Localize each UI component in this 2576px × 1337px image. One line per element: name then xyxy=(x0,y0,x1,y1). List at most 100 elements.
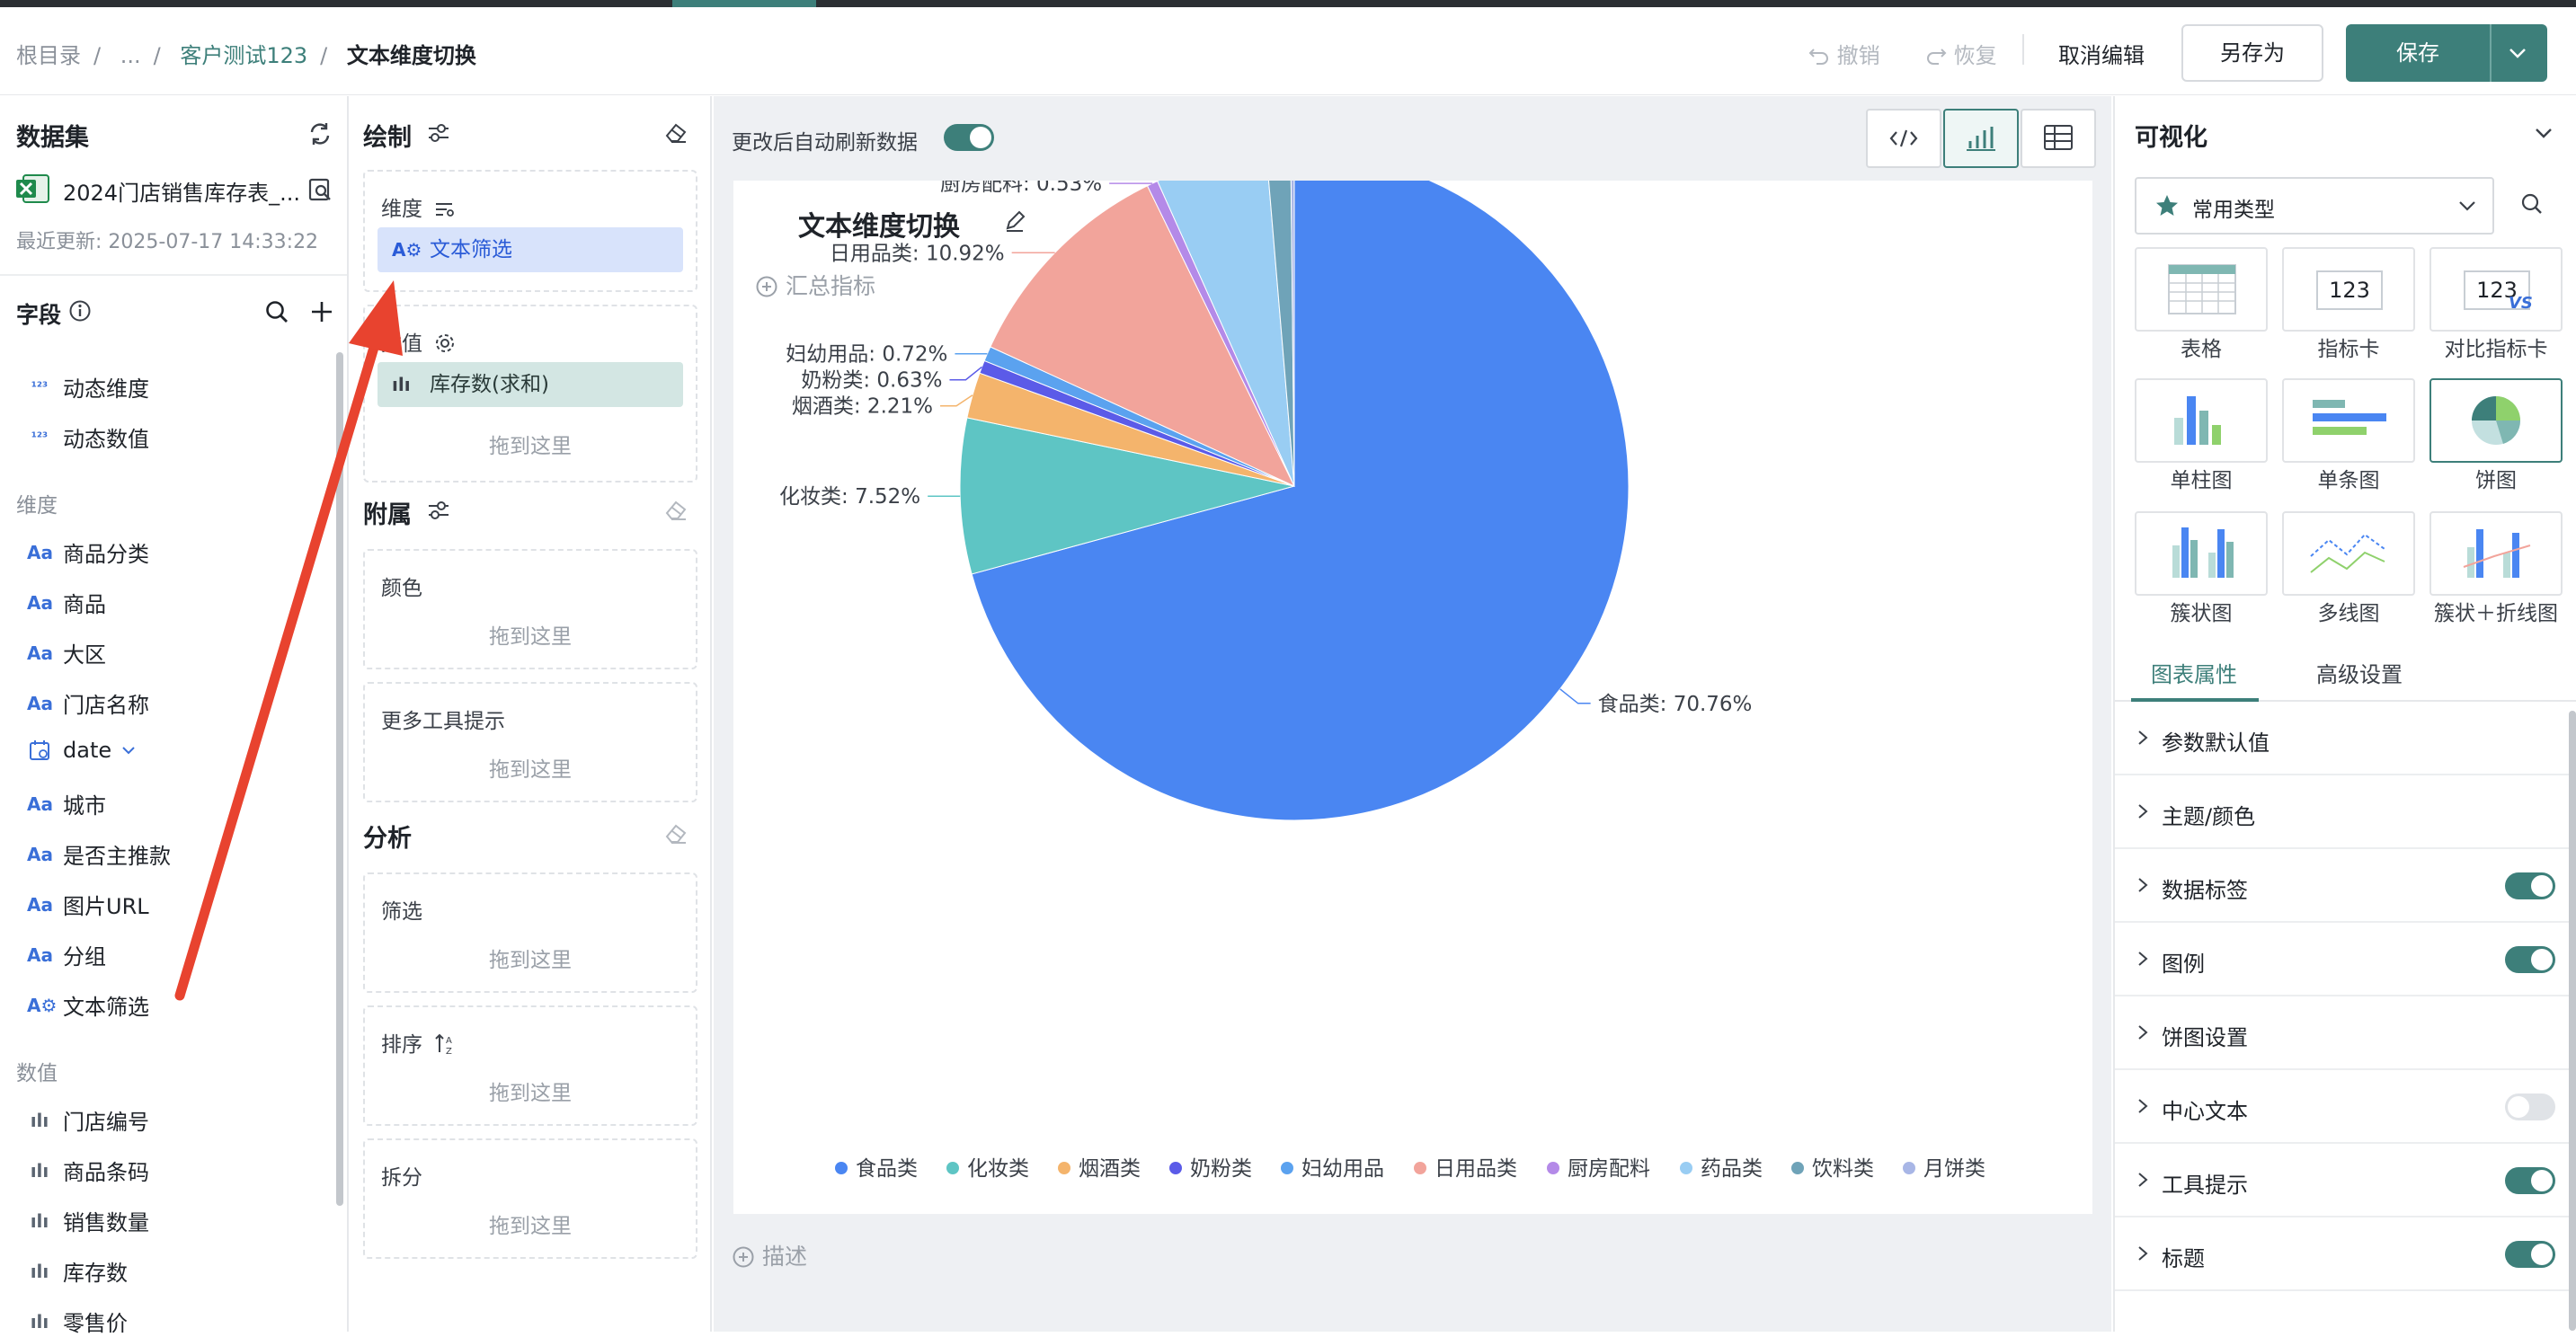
preview-dataset-icon[interactable] xyxy=(307,177,333,202)
chart-type-pie[interactable] xyxy=(2429,378,2563,463)
undo-button[interactable]: 撤销 xyxy=(1808,38,1880,69)
field-item-date[interactable]: date xyxy=(27,738,137,763)
dimension-pill-text-filter[interactable]: A⚙ 文本筛选 xyxy=(378,227,683,272)
legend-item[interactable]: 饮料类 xyxy=(1812,1157,1874,1181)
legend-item[interactable]: 日用品类 xyxy=(1435,1157,1517,1181)
dataset-name[interactable]: 2024门店销售库存表_... xyxy=(63,175,300,207)
chevron-down-icon[interactable] xyxy=(2508,44,2527,62)
properties-scrollbar[interactable] xyxy=(2569,711,2576,1331)
sort-list-icon[interactable] xyxy=(434,200,456,218)
chart-type-select[interactable]: 常用类型 xyxy=(2135,177,2494,235)
add-description-button[interactable]: 描述 xyxy=(732,1239,807,1271)
legend-marker[interactable] xyxy=(1680,1162,1692,1174)
settings-sliders-icon[interactable] xyxy=(426,499,451,522)
field-dynamic-value[interactable]: ¹²³ 动态数值 xyxy=(27,421,149,453)
code-view-button[interactable] xyxy=(1866,109,1941,168)
field-item[interactable]: ılı 商品条码 xyxy=(27,1155,149,1186)
legend-marker[interactable] xyxy=(1791,1162,1804,1174)
tab-chart-properties[interactable]: 图表属性 xyxy=(2151,657,2237,688)
field-item[interactable]: Aa 大区 xyxy=(27,637,106,668)
add-field-icon[interactable] xyxy=(309,299,334,324)
chart-type-cluster[interactable] xyxy=(2135,511,2268,596)
search-icon[interactable] xyxy=(2519,191,2545,217)
chart-type-kpi[interactable]: 123 xyxy=(2282,247,2415,332)
dimension-drop-zone[interactable]: 维度 A⚙ 文本筛选 xyxy=(363,170,697,292)
field-item[interactable]: Aa 商品分类 xyxy=(27,536,149,568)
save-button[interactable]: 保存 xyxy=(2346,24,2490,82)
prop-param-defaults[interactable]: 参数默认值 xyxy=(2115,702,2576,775)
field-item[interactable]: Aa 商品 xyxy=(27,587,106,618)
search-icon[interactable] xyxy=(264,299,289,324)
chevron-down-icon[interactable] xyxy=(120,744,137,757)
breadcrumb-root[interactable]: 根目录 xyxy=(16,43,81,68)
field-item-text-filter[interactable]: A⚙ 文本筛选 xyxy=(27,989,149,1021)
cancel-edit-button[interactable]: 取消编辑 xyxy=(2058,38,2145,69)
legend-item[interactable]: 烟酒类 xyxy=(1079,1157,1141,1181)
split-drop-zone[interactable]: 拆分 拖到这里 xyxy=(363,1138,697,1259)
legend-item[interactable]: 月饼类 xyxy=(1923,1157,1985,1181)
chart-type-multiline[interactable] xyxy=(2282,511,2415,596)
field-item[interactable]: Aa 是否主推款 xyxy=(27,838,171,870)
value-drop-zone[interactable]: 数值 ılı 库存数(求和) 拖到这里 xyxy=(363,305,697,483)
prop-legend[interactable]: 图例 xyxy=(2115,923,2576,996)
field-item[interactable]: ılı 门店编号 xyxy=(27,1104,149,1136)
legend-marker[interactable] xyxy=(1281,1162,1293,1174)
prop-data-labels[interactable]: 数据标签 xyxy=(2115,849,2576,923)
breadcrumb-ellipsis[interactable]: ... xyxy=(120,43,141,68)
tooltip-toggle[interactable] xyxy=(2505,1167,2555,1194)
sort-drop-zone[interactable]: 排序 AZ 拖到这里 xyxy=(363,1005,697,1126)
prop-theme-color[interactable]: 主题/颜色 xyxy=(2115,775,2576,849)
tab-advanced-settings[interactable]: 高级设置 xyxy=(2316,657,2403,688)
breadcrumb-folder[interactable]: 客户测试123 xyxy=(180,43,307,68)
legend-item[interactable]: 化妆类 xyxy=(967,1157,1029,1181)
save-as-button[interactable]: 另存为 xyxy=(2181,24,2323,82)
gear-icon[interactable] xyxy=(434,332,456,354)
field-dynamic-dimension[interactable]: ¹²³ 动态维度 xyxy=(27,371,149,403)
field-item[interactable]: Aa 门店名称 xyxy=(27,687,149,719)
chart-type-table[interactable] xyxy=(2135,247,2268,332)
filter-drop-zone[interactable]: 筛选 拖到这里 xyxy=(363,872,697,993)
prop-center-text[interactable]: 中心文本 xyxy=(2115,1070,2576,1144)
value-pill-stock[interactable]: ılı 库存数(求和) xyxy=(378,362,683,407)
table-view-button[interactable] xyxy=(2021,109,2096,168)
eraser-icon[interactable] xyxy=(663,499,688,522)
center-text-toggle[interactable] xyxy=(2505,1094,2555,1120)
chevron-down-icon[interactable] xyxy=(2532,123,2555,143)
title-toggle[interactable] xyxy=(2505,1241,2555,1268)
tooltip-drop-zone[interactable]: 更多工具提示 拖到这里 xyxy=(363,682,697,802)
eraser-icon[interactable] xyxy=(663,822,688,846)
legend-item[interactable]: 厨房配料 xyxy=(1568,1157,1650,1181)
chart-type-column[interactable] xyxy=(2135,378,2268,463)
prop-tooltip[interactable]: 工具提示 xyxy=(2115,1144,2576,1217)
field-item[interactable]: Aa 城市 xyxy=(27,788,106,819)
legend-marker[interactable] xyxy=(1547,1162,1559,1174)
legend-item[interactable]: 食品类 xyxy=(856,1157,918,1181)
legend-marker[interactable] xyxy=(946,1162,959,1174)
field-item[interactable]: Aa 图片URL xyxy=(27,889,149,920)
legend-item[interactable]: 奶粉类 xyxy=(1190,1157,1252,1181)
field-item[interactable]: ılı 库存数 xyxy=(27,1255,128,1287)
legend-marker[interactable] xyxy=(835,1162,848,1174)
eraser-icon[interactable] xyxy=(663,121,688,145)
color-drop-zone[interactable]: 颜色 拖到这里 xyxy=(363,549,697,669)
legend-marker[interactable] xyxy=(1414,1162,1426,1174)
chart-type-bar[interactable] xyxy=(2282,378,2415,463)
legend-marker[interactable] xyxy=(1169,1162,1182,1174)
chart-view-button[interactable] xyxy=(1943,109,2019,168)
prop-title[interactable]: 标题 xyxy=(2115,1217,2576,1291)
legend-marker[interactable] xyxy=(1903,1162,1915,1174)
prop-pie-settings[interactable]: 饼图设置 xyxy=(2115,996,2576,1070)
settings-sliders-icon[interactable] xyxy=(426,121,451,145)
field-item[interactable]: ılı 销售数量 xyxy=(27,1205,149,1236)
chart-type-compare-kpi[interactable]: 123 VS xyxy=(2429,247,2563,332)
legend-item[interactable]: 妇幼用品 xyxy=(1301,1157,1384,1181)
fields-scrollbar[interactable] xyxy=(336,352,343,1206)
legend-item[interactable]: 药品类 xyxy=(1701,1157,1763,1181)
sort-az-icon[interactable]: AZ xyxy=(434,1032,457,1057)
field-item[interactable]: Aa 分组 xyxy=(27,939,106,970)
chart-type-cluster-line[interactable] xyxy=(2429,511,2563,596)
data-labels-toggle[interactable] xyxy=(2505,872,2555,899)
auto-refresh-toggle[interactable] xyxy=(944,124,994,151)
legend-marker[interactable] xyxy=(1058,1162,1070,1174)
switch-dataset-icon[interactable] xyxy=(307,121,333,146)
